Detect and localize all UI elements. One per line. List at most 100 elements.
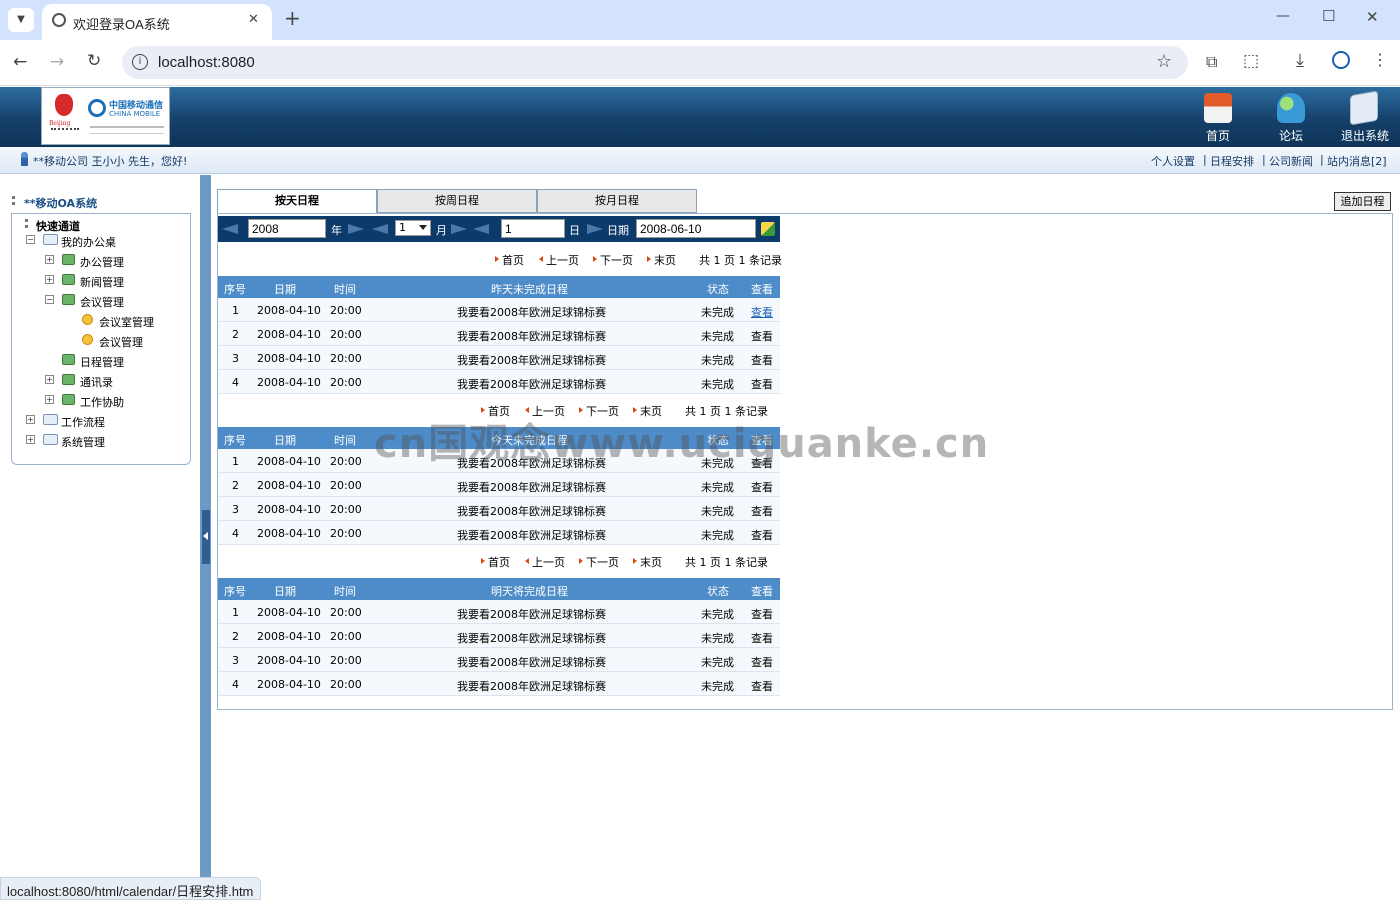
new-tab-button[interactable]: + [284, 6, 301, 30]
tab-close-icon[interactable]: ✕ [248, 12, 259, 27]
next-day-icon[interactable] [587, 224, 603, 234]
module-icon [62, 254, 75, 265]
col-seq: 序号 [224, 434, 246, 447]
quick-access-label[interactable]: 快速通道 [36, 218, 80, 234]
month-select[interactable]: 1 [395, 220, 431, 236]
tab-week[interactable]: 按周日程 [377, 189, 537, 213]
tree-toggle-icon[interactable]: + [26, 435, 35, 444]
add-schedule-button[interactable]: 追加日程 [1334, 192, 1391, 211]
cell-date: 2008-04-10 [257, 527, 321, 540]
table-row: 3 2008-04-10 20:00 我要看2008年欧洲足球锦标赛 未完成 查看 [218, 497, 780, 521]
screenshot-icon[interactable]: ⧉ [1206, 52, 1217, 72]
browser-tab[interactable]: 欢迎登录OA系统 ✕ [42, 4, 272, 40]
pager-first-link[interactable]: 首页 [502, 252, 524, 268]
tab-day[interactable]: 按天日程 [217, 189, 377, 213]
profile-icon[interactable] [1332, 51, 1350, 69]
view-link[interactable]: 查看 [751, 304, 773, 320]
tree-toggle-icon[interactable]: + [45, 255, 54, 264]
date-input[interactable] [636, 219, 756, 238]
tree-item-label[interactable]: 日程管理 [80, 354, 124, 370]
year-input[interactable] [248, 219, 326, 238]
cell-date: 2008-04-10 [257, 455, 321, 468]
pager-last-link[interactable]: 末页 [640, 554, 662, 570]
tree-item-label[interactable]: 办公管理 [80, 254, 124, 270]
col-seq: 序号 [224, 585, 246, 598]
col-time: 时间 [334, 434, 356, 447]
tree-toggle-icon[interactable]: + [45, 375, 54, 384]
tree-toggle-icon[interactable]: − [26, 235, 35, 244]
collapse-sidebar-handle[interactable] [202, 510, 210, 564]
bookmark-star-icon[interactable]: ☆ [1156, 51, 1172, 72]
prev-year-icon[interactable] [222, 224, 238, 234]
table-row: 3 2008-04-10 20:00 我要看2008年欧洲足球锦标赛 未完成 查看 [218, 346, 780, 370]
menu-icon[interactable]: ⋮ [1372, 50, 1388, 69]
link-schedule[interactable]: 日程安排 [1210, 153, 1254, 169]
globe-icon [52, 13, 66, 27]
tree-item-label[interactable]: 会议室管理 [99, 314, 154, 330]
pager-prev-link[interactable]: 上一页 [532, 554, 565, 570]
view-link[interactable]: 查看 [751, 352, 773, 368]
nav-forum[interactable]: 论坛 [1261, 87, 1321, 145]
link-news[interactable]: 公司新闻 [1269, 153, 1313, 169]
nav-home[interactable]: 首页 [1188, 87, 1248, 145]
cell-seq: 1 [232, 455, 239, 468]
pager-first-link[interactable]: 首页 [488, 554, 510, 570]
site-info-icon[interactable]: i [132, 54, 148, 70]
pager-next-link[interactable]: 下一页 [586, 554, 619, 570]
tab-month[interactable]: 按月日程 [537, 189, 697, 213]
prev-day-icon[interactable] [473, 224, 489, 234]
view-link[interactable]: 查看 [751, 503, 773, 519]
url-text[interactable]: localhost:8080 [158, 54, 255, 71]
tree-toggle-icon[interactable]: − [45, 295, 54, 304]
tree-toggle-icon[interactable]: + [45, 275, 54, 284]
prev-month-icon[interactable] [372, 224, 388, 234]
cell-time: 20:00 [330, 678, 362, 691]
link-messages[interactable]: 站内消息[2] [1327, 153, 1387, 169]
view-link[interactable]: 查看 [751, 630, 773, 646]
tree-item-label[interactable]: 工作流程 [61, 414, 105, 430]
tree-item-label[interactable]: 新闻管理 [80, 274, 124, 290]
next-year-icon[interactable] [348, 224, 364, 234]
download-icon[interactable]: ⤓ [1296, 50, 1304, 71]
pager: 首页 上一页 下一页 末页 共 1 页 1 条记录 [495, 252, 785, 268]
view-link[interactable]: 查看 [751, 527, 773, 543]
view-link[interactable]: 查看 [751, 328, 773, 344]
link-settings[interactable]: 个人设置 [1151, 153, 1195, 169]
tab-search-button[interactable]: ▼ [8, 8, 34, 32]
view-link[interactable]: 查看 [751, 606, 773, 622]
col-status: 状态 [707, 283, 729, 296]
tree-item-label[interactable]: 会议管理 [80, 294, 124, 310]
tree-item-label[interactable]: 会议管理 [99, 334, 143, 350]
module-icon [62, 394, 75, 405]
pager-next-link[interactable]: 下一页 [600, 252, 633, 268]
minimize-button[interactable]: — [1276, 8, 1290, 24]
tree-item-label[interactable]: 工作协助 [80, 394, 124, 410]
maximize-button[interactable]: ☐ [1322, 7, 1335, 25]
cell-status: 未完成 [701, 505, 734, 518]
tree-toggle-icon[interactable]: + [45, 395, 54, 404]
forward-icon[interactable]: → [50, 52, 64, 72]
tree-item-label[interactable]: 通讯录 [80, 374, 113, 390]
view-link[interactable]: 查看 [751, 654, 773, 670]
day-label: 日 [569, 224, 580, 237]
view-link[interactable]: 查看 [751, 678, 773, 694]
back-icon[interactable]: ← [13, 52, 27, 72]
nav-logout[interactable]: 退出系统 [1334, 87, 1396, 145]
extensions-icon[interactable]: ⬚ [1243, 51, 1259, 71]
day-input[interactable] [501, 219, 565, 238]
view-link[interactable]: 查看 [751, 479, 773, 495]
view-link[interactable]: 查看 [751, 376, 773, 392]
window-close-button[interactable]: ✕ [1366, 8, 1379, 26]
col-date: 日期 [274, 585, 296, 598]
go-date-icon[interactable] [761, 222, 775, 236]
cell-status: 未完成 [701, 481, 734, 494]
tree-item-label[interactable]: 我的办公桌 [61, 234, 116, 250]
prev-arrow-icon [539, 256, 543, 262]
pager-last-link[interactable]: 末页 [654, 252, 676, 268]
tree-item-label[interactable]: 系统管理 [61, 434, 105, 450]
tree-toggle-icon[interactable]: + [26, 415, 35, 424]
address-bar[interactable]: i localhost:8080 ☆ [122, 46, 1188, 79]
reload-icon[interactable]: ↻ [87, 51, 101, 71]
next-month-icon[interactable] [451, 224, 467, 234]
pager-prev-link[interactable]: 上一页 [546, 252, 579, 268]
